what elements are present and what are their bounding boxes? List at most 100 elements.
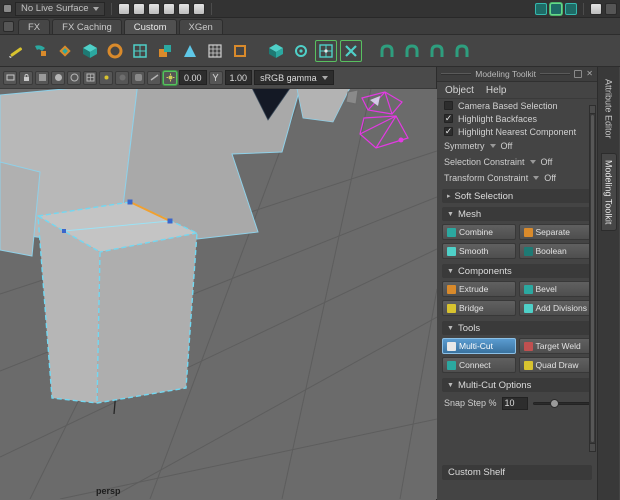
- panel-scrollbar[interactable]: [589, 105, 596, 452]
- arch-icon[interactable]: [401, 40, 423, 62]
- toolbox-icon[interactable]: [605, 2, 617, 15]
- gamma-toggle-icon[interactable]: [208, 70, 223, 85]
- snap-curve-icon[interactable]: [132, 2, 145, 15]
- checkbox-icon[interactable]: [444, 101, 453, 110]
- screen-space-ao-icon[interactable]: [131, 70, 145, 85]
- extrude-button[interactable]: Extrude: [442, 281, 516, 297]
- render-icon[interactable]: [535, 2, 547, 15]
- selected-box-mesh[interactable]: [37, 199, 198, 404]
- tab-fx-caching[interactable]: FX Caching: [52, 19, 122, 34]
- menu-object[interactable]: Object: [445, 85, 474, 96]
- make-live-icon[interactable]: [177, 2, 190, 15]
- shelf-menu-icon[interactable]: [3, 21, 14, 32]
- snap-point-icon[interactable]: [147, 2, 160, 15]
- transform-constraint-dropdown[interactable]: Transform Constraint Off: [437, 170, 597, 186]
- cube-icon[interactable]: [79, 40, 101, 62]
- boolean-button[interactable]: Boolean: [518, 243, 592, 259]
- symmetry-dropdown[interactable]: Symmetry Off: [437, 138, 597, 154]
- image-plane-icon[interactable]: [35, 70, 49, 85]
- snap-grid-icon[interactable]: [117, 2, 130, 15]
- snap-plane-icon[interactable]: [162, 2, 175, 15]
- chevron-down-icon: ▼: [447, 324, 454, 332]
- square-icon[interactable]: [229, 40, 251, 62]
- textured-icon[interactable]: [83, 70, 97, 85]
- paint-effects-icon[interactable]: [590, 2, 602, 15]
- lock-camera-icon[interactable]: [19, 70, 33, 85]
- scroll-down-arrow[interactable]: [590, 443, 595, 451]
- section-components[interactable]: ▼ Components: [442, 264, 592, 278]
- checkbox-highlight-nearest-component[interactable]: ✓ Highlight Nearest Component: [437, 125, 597, 138]
- magnet-icon[interactable]: [29, 40, 51, 62]
- section-mesh[interactable]: ▼ Mesh: [442, 207, 592, 221]
- arch-icon[interactable]: [426, 40, 448, 62]
- wedge-icon[interactable]: [179, 40, 201, 62]
- separate-button[interactable]: Separate: [518, 224, 592, 240]
- close-icon[interactable]: ✕: [586, 70, 593, 78]
- snap-step-input[interactable]: [501, 396, 528, 410]
- multi-cut-button[interactable]: Multi-Cut: [442, 338, 516, 354]
- target-weld-button[interactable]: Target Weld: [518, 338, 592, 354]
- shelf-tab-bar: FX FX Caching Custom XGen: [0, 18, 620, 35]
- arch-icon[interactable]: [451, 40, 473, 62]
- checkbox-camera-based-selection[interactable]: Camera Based Selection: [437, 99, 597, 112]
- checkbox-highlight-backfaces[interactable]: ✓ Highlight Backfaces: [437, 112, 597, 125]
- bridge-button[interactable]: Bridge: [442, 300, 516, 316]
- add-divisions-button[interactable]: Add Divisions: [518, 300, 592, 316]
- cross-snap-active-icon[interactable]: [340, 39, 362, 62]
- render-settings-icon[interactable]: [565, 2, 577, 15]
- exposure-toggle-icon[interactable]: [163, 70, 177, 85]
- arch-icon[interactable]: [376, 40, 398, 62]
- bevel-button[interactable]: Bevel: [518, 281, 592, 297]
- 3d-scene[interactable]: [0, 89, 437, 499]
- select-camera-icon[interactable]: [3, 70, 17, 85]
- scroll-thumb[interactable]: [591, 115, 594, 442]
- slider-thumb[interactable]: [550, 398, 560, 408]
- wireframe-icon[interactable]: [67, 70, 81, 85]
- multicut-vertex[interactable]: [127, 199, 133, 205]
- connect-button[interactable]: Connect: [442, 357, 516, 373]
- motion-blur-icon[interactable]: [147, 70, 161, 85]
- shading-icon[interactable]: [51, 70, 65, 85]
- torus-icon[interactable]: [104, 40, 126, 62]
- tab-attribute-editor[interactable]: Attribute Editor: [602, 73, 616, 145]
- extrude-icon[interactable]: [154, 40, 176, 62]
- section-tools[interactable]: ▼ Tools: [442, 321, 592, 335]
- snap-cube-icon[interactable]: [265, 40, 287, 62]
- panel-title-bar[interactable]: Modeling Toolkit ✕: [437, 67, 597, 82]
- button-label: Boolean: [535, 246, 567, 256]
- custom-shelf-label: Custom Shelf: [448, 467, 506, 478]
- history-icon[interactable]: [192, 2, 205, 15]
- exposure-field[interactable]: 0.00: [179, 70, 207, 85]
- multicut-vertex[interactable]: [167, 218, 173, 224]
- section-multicut-options[interactable]: ▼ Multi-Cut Options: [442, 378, 592, 392]
- tab-modeling-toolkit[interactable]: Modeling Toolkit: [600, 152, 617, 231]
- multicut-vertex[interactable]: [62, 229, 66, 233]
- tab-fx[interactable]: FX: [18, 19, 51, 34]
- live-surface-dropdown[interactable]: No Live Surface: [15, 1, 105, 16]
- grid-icon[interactable]: [204, 40, 226, 62]
- snap-step-slider[interactable]: [532, 398, 590, 408]
- grid-cube-icon[interactable]: [129, 40, 151, 62]
- tab-xgen[interactable]: XGen: [178, 19, 223, 34]
- menu-help[interactable]: Help: [486, 85, 507, 96]
- shadows-icon[interactable]: [115, 70, 129, 85]
- grid-snap-active-icon[interactable]: [315, 39, 337, 62]
- float-panel-icon[interactable]: [574, 70, 583, 78]
- pencil-icon[interactable]: [4, 40, 26, 62]
- combine-button[interactable]: Combine: [442, 224, 516, 240]
- tab-custom[interactable]: Custom: [123, 19, 177, 34]
- gamma-field[interactable]: 1.00: [224, 70, 253, 85]
- checkbox-icon[interactable]: ✓: [444, 127, 453, 136]
- lighting-icon[interactable]: [99, 70, 113, 85]
- section-soft-selection[interactable]: ▸ Soft Selection: [442, 189, 592, 203]
- scroll-up-arrow[interactable]: [590, 106, 595, 114]
- custom-shelf-header[interactable]: Custom Shelf: [442, 465, 592, 480]
- checkbox-icon[interactable]: ✓: [444, 114, 453, 123]
- ipr-render-icon[interactable]: [550, 2, 562, 15]
- quad-draw-button[interactable]: Quad Draw: [518, 357, 592, 373]
- diamond-icon[interactable]: [54, 40, 76, 62]
- vertex-snap-icon[interactable]: [290, 40, 312, 62]
- view-transform-dropdown[interactable]: sRGB gamma: [254, 70, 334, 85]
- selection-constraint-dropdown[interactable]: Selection Constraint Off: [437, 154, 597, 170]
- smooth-button[interactable]: Smooth: [442, 243, 516, 259]
